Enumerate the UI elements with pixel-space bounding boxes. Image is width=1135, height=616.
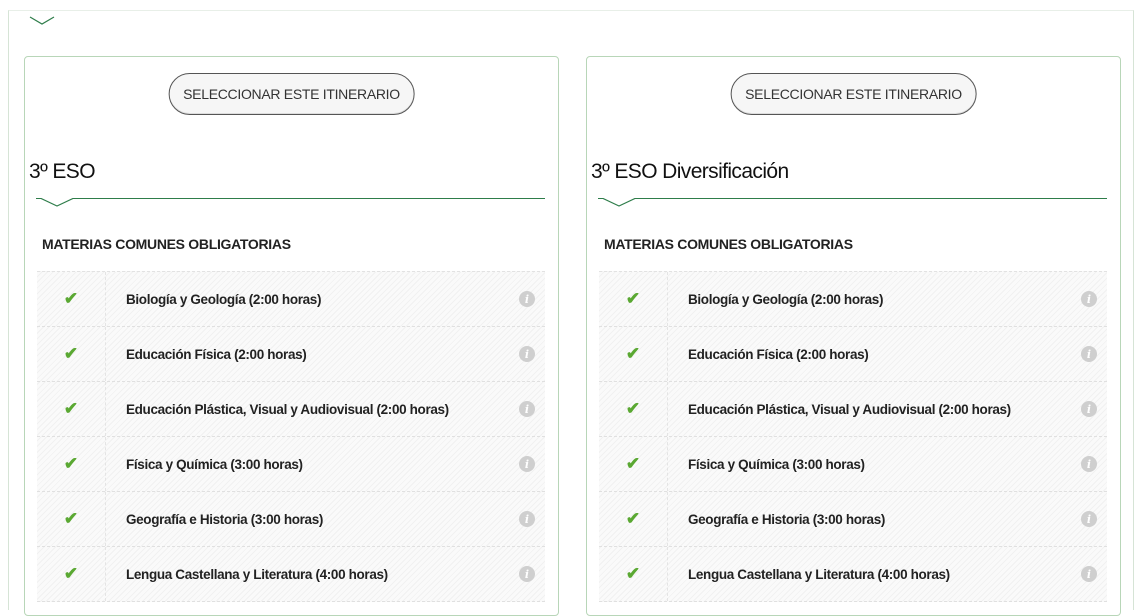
subject-label: Educación Plástica, Visual y Audiovisual…: [688, 401, 1011, 417]
checkmark-icon: ✔: [599, 547, 668, 601]
subject-label: Lengua Castellana y Literatura (4:00 hor…: [688, 566, 950, 582]
info-icon[interactable]: i: [1081, 456, 1097, 472]
checkmark-icon: ✔: [599, 492, 668, 546]
info-icon[interactable]: i: [1081, 346, 1097, 362]
list-item: ✔ Biología y Geología (2:00 horas) i: [599, 272, 1107, 327]
checkmark-icon: ✔: [599, 327, 668, 381]
subject-label: Geografía e Historia (3:00 horas): [688, 511, 886, 527]
checkmark-icon: ✔: [37, 272, 106, 326]
chevron-down-icon: [29, 16, 55, 25]
info-icon[interactable]: i: [1081, 511, 1097, 527]
title-divider: [36, 198, 545, 199]
list-item: ✔ Biología y Geología (2:00 horas) i: [37, 272, 545, 327]
checkmark-icon: ✔: [37, 327, 106, 381]
subject-label: Física y Química (3:00 horas): [688, 456, 865, 472]
itinerary-title: 3º ESO: [29, 160, 96, 183]
select-itinerary-button[interactable]: SELECCIONAR ESTE ITINERARIO: [730, 73, 977, 115]
subject-label: Educación Plástica, Visual y Audiovisual…: [126, 401, 449, 417]
subjects-list: ✔ Biología y Geología (2:00 horas) i ✔ E…: [37, 271, 545, 602]
subject-label: Educación Física (2:00 horas): [126, 346, 307, 362]
info-icon[interactable]: i: [1081, 401, 1097, 417]
title-divider: [598, 198, 1107, 199]
section-heading: MATERIAS COMUNES OBLIGATORIAS: [604, 236, 853, 252]
info-icon[interactable]: i: [1081, 291, 1097, 307]
info-icon[interactable]: i: [519, 291, 535, 307]
chevron-down-icon: [601, 198, 637, 207]
checkmark-icon: ✔: [37, 547, 106, 601]
checkmark-icon: ✔: [599, 437, 668, 491]
info-icon[interactable]: i: [519, 401, 535, 417]
subjects-list: ✔ Biología y Geología (2:00 horas) i ✔ E…: [599, 271, 1107, 602]
list-item: ✔ Física y Química (3:00 horas) i: [37, 437, 545, 492]
section-heading: MATERIAS COMUNES OBLIGATORIAS: [42, 236, 291, 252]
subject-label: Educación Física (2:00 horas): [688, 346, 869, 362]
list-item: ✔ Física y Química (3:00 horas) i: [599, 437, 1107, 492]
list-item: ✔ Educación Plástica, Visual y Audiovisu…: [37, 382, 545, 437]
info-icon[interactable]: i: [1081, 566, 1097, 582]
checkmark-icon: ✔: [37, 382, 106, 436]
list-item: ✔ Educación Plástica, Visual y Audiovisu…: [599, 382, 1107, 437]
info-icon[interactable]: i: [519, 511, 535, 527]
select-itinerary-button[interactable]: SELECCIONAR ESTE ITINERARIO: [168, 73, 415, 115]
info-icon[interactable]: i: [519, 456, 535, 472]
list-item: ✔ Educación Física (2:00 horas) i: [37, 327, 545, 382]
list-item: ✔ Lengua Castellana y Literatura (4:00 h…: [599, 547, 1107, 602]
subject-label: Geografía e Historia (3:00 horas): [126, 511, 324, 527]
subject-label: Biología y Geología (2:00 horas): [126, 291, 322, 307]
checkmark-icon: ✔: [37, 492, 106, 546]
list-item: ✔ Geografía e Historia (3:00 horas) i: [37, 492, 545, 547]
list-item: ✔ Geografía e Historia (3:00 horas) i: [599, 492, 1107, 547]
itinerary-title: 3º ESO Diversificación: [591, 160, 789, 183]
chevron-down-icon: [39, 198, 75, 207]
itinerary-panel-3eso: SELECCIONAR ESTE ITINERARIO 3º ESO MATER…: [24, 56, 559, 616]
subject-label: Física y Química (3:00 horas): [126, 456, 303, 472]
subject-label: Lengua Castellana y Literatura (4:00 hor…: [126, 566, 388, 582]
checkmark-icon: ✔: [37, 437, 106, 491]
subject-label: Biología y Geología (2:00 horas): [688, 291, 884, 307]
list-item: ✔ Lengua Castellana y Literatura (4:00 h…: [37, 547, 545, 602]
checkmark-icon: ✔: [599, 272, 668, 326]
info-icon[interactable]: i: [519, 346, 535, 362]
itinerary-panel-3eso-diversificacion: SELECCIONAR ESTE ITINERARIO 3º ESO Diver…: [586, 56, 1121, 616]
info-icon[interactable]: i: [519, 566, 535, 582]
list-item: ✔ Educación Física (2:00 horas) i: [599, 327, 1107, 382]
checkmark-icon: ✔: [599, 382, 668, 436]
